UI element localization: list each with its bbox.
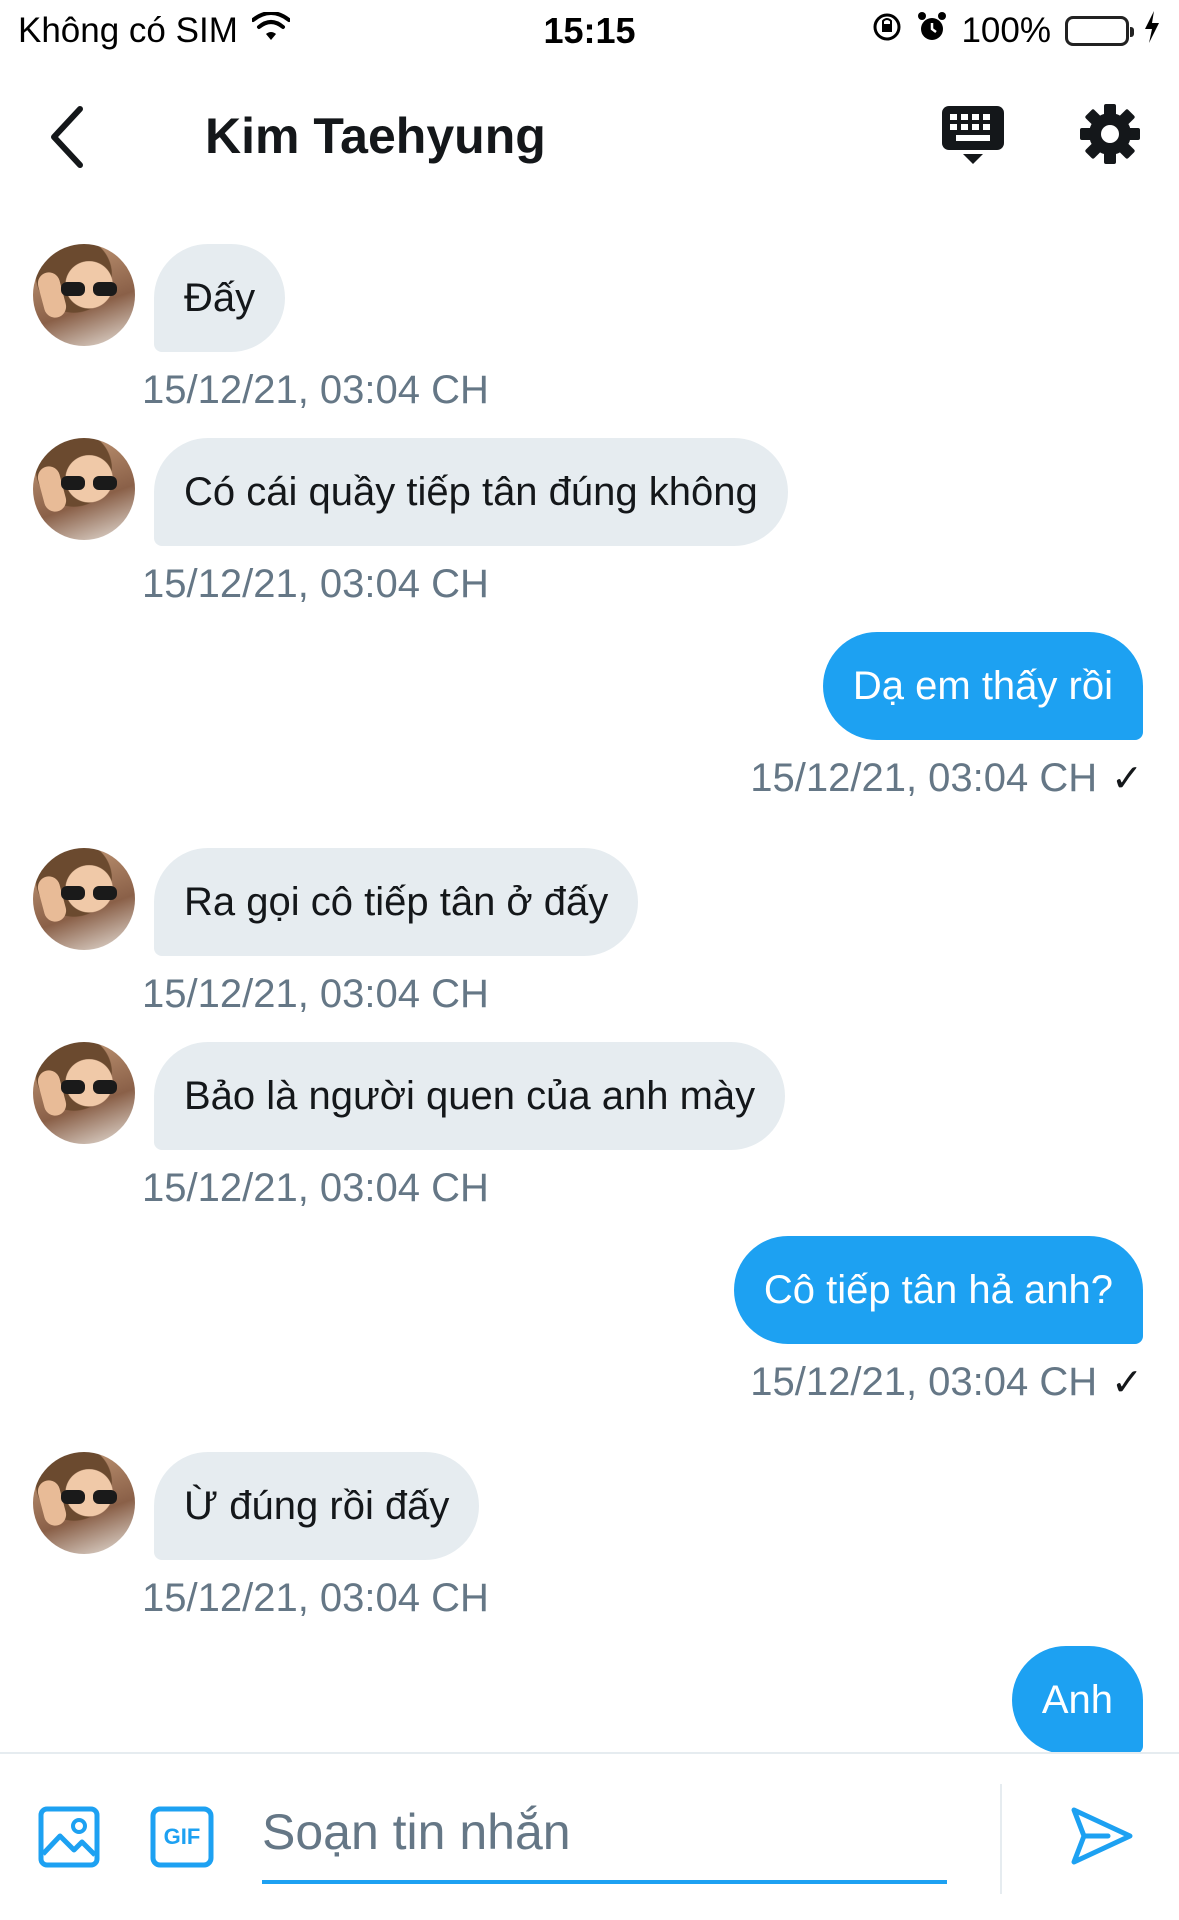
sent-check-icon: ✓	[1111, 1362, 1143, 1404]
send-button[interactable]	[1068, 1802, 1136, 1870]
keyboard-icon	[942, 106, 1004, 164]
battery-percent: 100%	[961, 11, 1051, 50]
conversation-title[interactable]: Kim Taehyung	[205, 107, 546, 165]
conversation-header: Kim Taehyung	[0, 62, 1179, 212]
message-timestamp: 15/12/21, 03:04 CH ✓	[750, 756, 1143, 800]
settings-button[interactable]	[1078, 102, 1142, 166]
message-bubble-outgoing[interactable]: Anh	[1011, 1646, 1143, 1752]
image-icon	[38, 1806, 100, 1868]
gif-label: GIF	[163, 1824, 201, 1849]
message-list[interactable]: Đấy 15/12/21, 03:04 CH Có cái quầy tiếp …	[0, 212, 1179, 1752]
carrier-label: Không có SIM	[18, 11, 238, 50]
message-timestamp: 15/12/21, 03:04 CH	[142, 1576, 489, 1620]
back-button[interactable]	[36, 102, 96, 172]
gif-button[interactable]: GIF	[150, 1806, 214, 1868]
gear-icon	[1080, 104, 1140, 164]
avatar[interactable]	[33, 438, 135, 540]
wifi-icon	[250, 11, 291, 51]
message-bubble-incoming[interactable]: Đấy	[154, 244, 286, 352]
message-bubble-outgoing[interactable]: Cô tiếp tân hả anh?	[733, 1236, 1143, 1344]
avatar[interactable]	[33, 1452, 135, 1554]
message-bubble-outgoing[interactable]: Dạ em thấy rồi	[822, 632, 1143, 740]
message-bubble-incoming[interactable]: Ra gọi cô tiếp tân ở đấy	[154, 848, 639, 956]
message-bubble-incoming[interactable]: Ừ đúng rồi đấy	[154, 1452, 480, 1560]
message-input[interactable]	[262, 1784, 947, 1884]
send-icon	[1071, 1807, 1133, 1865]
charging-icon	[1143, 10, 1161, 52]
sent-check-icon: ✓	[1111, 758, 1143, 800]
keyboard-shortcuts-button[interactable]	[938, 102, 1008, 172]
avatar[interactable]	[33, 848, 135, 950]
message-timestamp: 15/12/21, 03:04 CH ✓	[750, 1360, 1143, 1404]
message-timestamp: 15/12/21, 03:04 CH	[142, 972, 489, 1016]
battery-icon	[1065, 16, 1134, 46]
dm-conversation-screen: Không có SIM 15:15 100% Kim Taehyung Đấy…	[0, 0, 1179, 1920]
message-timestamp: 15/12/21, 03:04 CH	[142, 562, 489, 606]
message-timestamp: 15/12/21, 03:04 CH	[142, 1166, 489, 1210]
message-bubble-incoming[interactable]: Bảo là người quen của anh mày	[154, 1042, 786, 1150]
composer-divider	[1000, 1784, 1002, 1894]
chevron-left-icon	[51, 106, 83, 168]
status-time: 15:15	[543, 10, 636, 51]
add-photo-button[interactable]	[38, 1806, 100, 1868]
status-bar: Không có SIM 15:15 100%	[0, 0, 1179, 62]
orientation-lock-icon	[871, 11, 903, 52]
avatar[interactable]	[33, 244, 135, 346]
message-timestamp: 15/12/21, 03:04 CH	[142, 368, 489, 412]
message-bubble-incoming[interactable]: Có cái quầy tiếp tân đúng không	[154, 438, 788, 546]
alarm-icon	[917, 11, 947, 52]
message-composer: GIF	[0, 1752, 1179, 1920]
avatar[interactable]	[33, 1042, 135, 1144]
